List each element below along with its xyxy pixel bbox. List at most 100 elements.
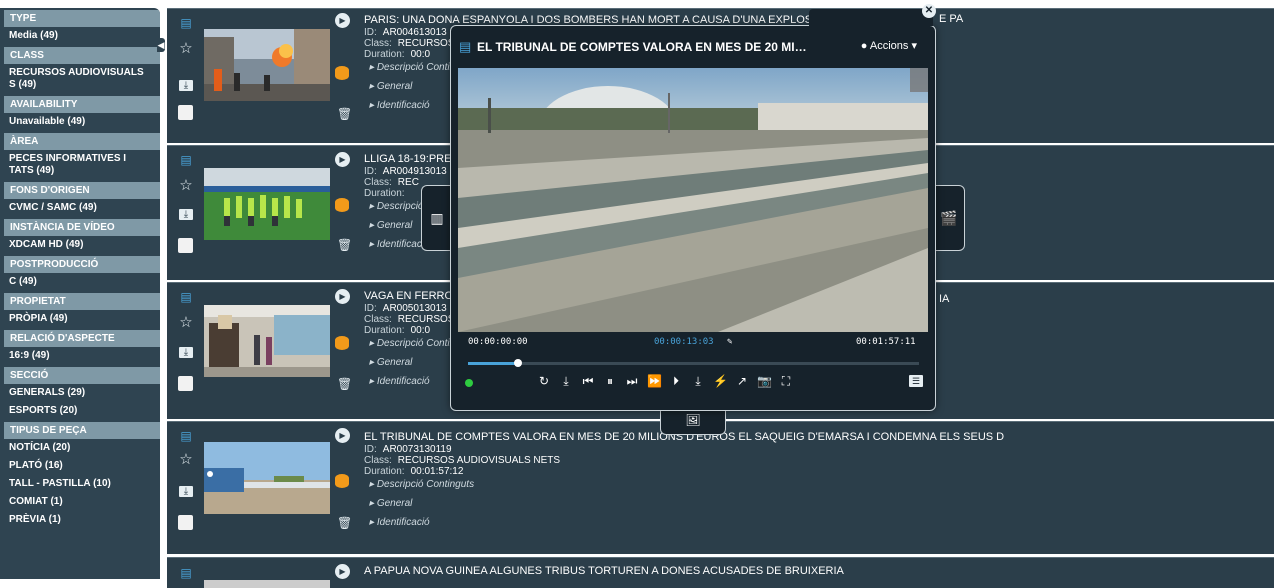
facet-value[interactable]: 16:9 (49) [0, 347, 160, 365]
facet-header[interactable]: FONS D'ORIGEN [4, 182, 160, 199]
favorite-star-icon[interactable]: ☆ [178, 315, 194, 331]
actions-menu[interactable]: ● Accions ▾ [861, 39, 917, 52]
pause-icon[interactable]: ⏸ [603, 374, 617, 389]
clip-tab-icon[interactable]: 🎬 [934, 185, 965, 251]
accordion-general[interactable]: ▸ General [364, 498, 1264, 510]
facet-value[interactable]: C (49) [0, 273, 160, 291]
facet-value[interactable]: PRÈVIA (1) [0, 511, 160, 529]
skip-start-icon[interactable]: ⏮ [581, 374, 595, 389]
storyboard-tab-icon[interactable]: ▥ [421, 185, 452, 251]
step-forward-icon[interactable]: ⏭ [625, 374, 639, 389]
menu-icon[interactable]: ☰ [909, 375, 923, 387]
facet-value[interactable]: NOTÍCIA (20) [0, 439, 160, 457]
timecode-total: 00:01:57:11 [856, 337, 916, 347]
facet-header[interactable]: POSTPRODUCCIÓ [4, 256, 160, 273]
result-class: RECURSOS AUDIOVISUALS NETS [397, 455, 561, 466]
play-button[interactable]: ▶ [335, 13, 350, 28]
player-controls: ↻ ⤓ ⏮ ⏸ ⏭ ⏩ ⏵ ⤓ ⚡ ↗ 📷 ⛶ [537, 374, 793, 389]
duration-label: Duration: [364, 49, 405, 60]
download-icon[interactable]: ⤓ [179, 486, 193, 497]
frame-forward-icon[interactable]: ⏵ [669, 374, 683, 389]
seek-handle[interactable] [513, 359, 522, 367]
facet-value[interactable]: PLATÓ (16) [0, 457, 160, 475]
play-button[interactable]: ▶ [335, 428, 350, 443]
thumbnail[interactable] [204, 442, 330, 514]
mark-out-icon[interactable]: ⤓ [691, 374, 705, 389]
play-button[interactable]: ▶ [335, 289, 350, 304]
flash-icon[interactable]: ⚡ [713, 374, 728, 389]
facet-header[interactable]: RELACIÓ D'ASPECTE [4, 330, 160, 347]
close-icon[interactable]: ✕ [922, 4, 936, 18]
collapse-sidebar-icon[interactable]: ◀ [157, 38, 165, 52]
facet-header[interactable]: TYPE [4, 10, 160, 27]
select-checkbox[interactable] [178, 105, 193, 120]
facet-value[interactable]: PRÒPIA (49) [0, 310, 160, 328]
edit-timecode-icon[interactable]: ✎ [727, 337, 732, 347]
thumbnail[interactable] [204, 580, 330, 588]
accordion-descripcio[interactable]: ▸ Descripció Continguts [364, 479, 1264, 491]
select-checkbox[interactable] [178, 515, 193, 530]
facet-value[interactable]: XDCAM HD (49) [0, 236, 160, 254]
facet-value[interactable]: RECURSOS AUDIOVISUALS S (49) [0, 64, 160, 94]
delete-icon[interactable]: 🗑 [337, 238, 352, 252]
thumbnail[interactable] [204, 305, 330, 377]
delete-icon[interactable]: 🗑 [337, 107, 352, 121]
video-frame[interactable] [458, 68, 928, 332]
player-title: EL TRIBUNAL DE COMPTES VALORA EN MES DE … [477, 40, 807, 54]
mark-in-icon[interactable]: ⤓ [559, 374, 573, 389]
play-button[interactable]: ▶ [335, 564, 350, 579]
download-icon[interactable]: ⤓ [179, 347, 193, 358]
loop-icon[interactable]: ↻ [537, 374, 551, 389]
select-checkbox[interactable] [178, 238, 193, 253]
result-class: RECURSOS [397, 314, 455, 325]
result-duration: 00:0 [410, 49, 431, 60]
facet-header[interactable]: AVAILABILITY [4, 96, 160, 113]
camera-icon[interactable]: 📷 [757, 374, 772, 389]
select-checkbox[interactable] [178, 376, 193, 391]
facet-sidebar: TYPE Media (49) CLASS RECURSOS AUDIOVISUALS… [0, 8, 160, 579]
fullscreen-icon[interactable]: ⛶ [779, 374, 793, 389]
facet-value[interactable]: GENERALS (29) [0, 384, 160, 402]
result-row[interactable]: ▤ ▶ A PAPUA NOVA GUINEA ALGUNES TRIBUS T… [167, 557, 1274, 588]
facet-header[interactable]: CLASS [4, 47, 160, 64]
facet-value[interactable]: Unavailable (49) [0, 113, 160, 131]
facet-header[interactable]: TIPUS DE PEÇA [4, 422, 160, 439]
result-title[interactable]: A PAPUA NOVA GUINEA ALGUNES TRIBUS TORTU… [364, 564, 1264, 578]
facet-header[interactable]: ÀREA [4, 133, 160, 150]
accordion-identificacio[interactable]: ▸ Identificació [364, 517, 1264, 529]
facet-value[interactable]: PECES INFORMATIVES I TATS (49) [0, 150, 160, 180]
id-label: ID: [364, 303, 377, 314]
storage-icon [335, 198, 349, 212]
result-title[interactable]: EL TRIBUNAL DE COMPTES VALORA EN MES DE … [364, 430, 1264, 444]
favorite-star-icon[interactable]: ☆ [178, 41, 194, 57]
facet-value[interactable]: Media (49) [0, 27, 160, 45]
facet-value[interactable]: ESPORTS (20) [0, 402, 160, 420]
thumbnail[interactable] [204, 29, 330, 101]
result-title-tail: IA [939, 293, 950, 305]
status-dot [465, 379, 473, 387]
download-icon[interactable]: ⤓ [179, 209, 193, 220]
share-icon[interactable]: ↗ [735, 374, 749, 389]
facet-value[interactable]: TALL - PASTILLA (10) [0, 475, 160, 493]
storage-icon [335, 336, 349, 350]
facet-value[interactable]: CVMC / SAMC (49) [0, 199, 160, 217]
delete-icon[interactable]: 🗑 [337, 377, 352, 391]
result-duration: 00:0 [410, 325, 431, 336]
facet-header[interactable]: PROPIETAT [4, 293, 160, 310]
id-label: ID: [364, 166, 377, 177]
facet-header[interactable]: SECCIÓ [4, 367, 160, 384]
play-button[interactable]: ▶ [335, 152, 350, 167]
result-row[interactable]: ▤ ☆ ⤓ ▶ 🗑 EL TRIBUNAL DE COMPTES VALORA … [167, 421, 1274, 554]
facet-header[interactable]: INSTÀNCIA DE VÍDEO [4, 219, 160, 236]
favorite-star-icon[interactable]: ☆ [178, 178, 194, 194]
result-id: AR005013013 [382, 303, 447, 314]
thumbnail[interactable] [204, 168, 330, 240]
image-tab-icon[interactable]: 🖼 [660, 408, 726, 435]
favorite-star-icon[interactable]: ☆ [178, 452, 194, 468]
delete-icon[interactable]: 🗑 [337, 516, 352, 530]
download-icon[interactable]: ⤓ [179, 80, 193, 91]
facet-value[interactable]: COMIAT (1) [0, 493, 160, 511]
fast-forward-icon[interactable]: ⏩ [647, 374, 662, 389]
seek-bar[interactable] [468, 359, 919, 367]
database-icon: ▤ [180, 290, 192, 304]
